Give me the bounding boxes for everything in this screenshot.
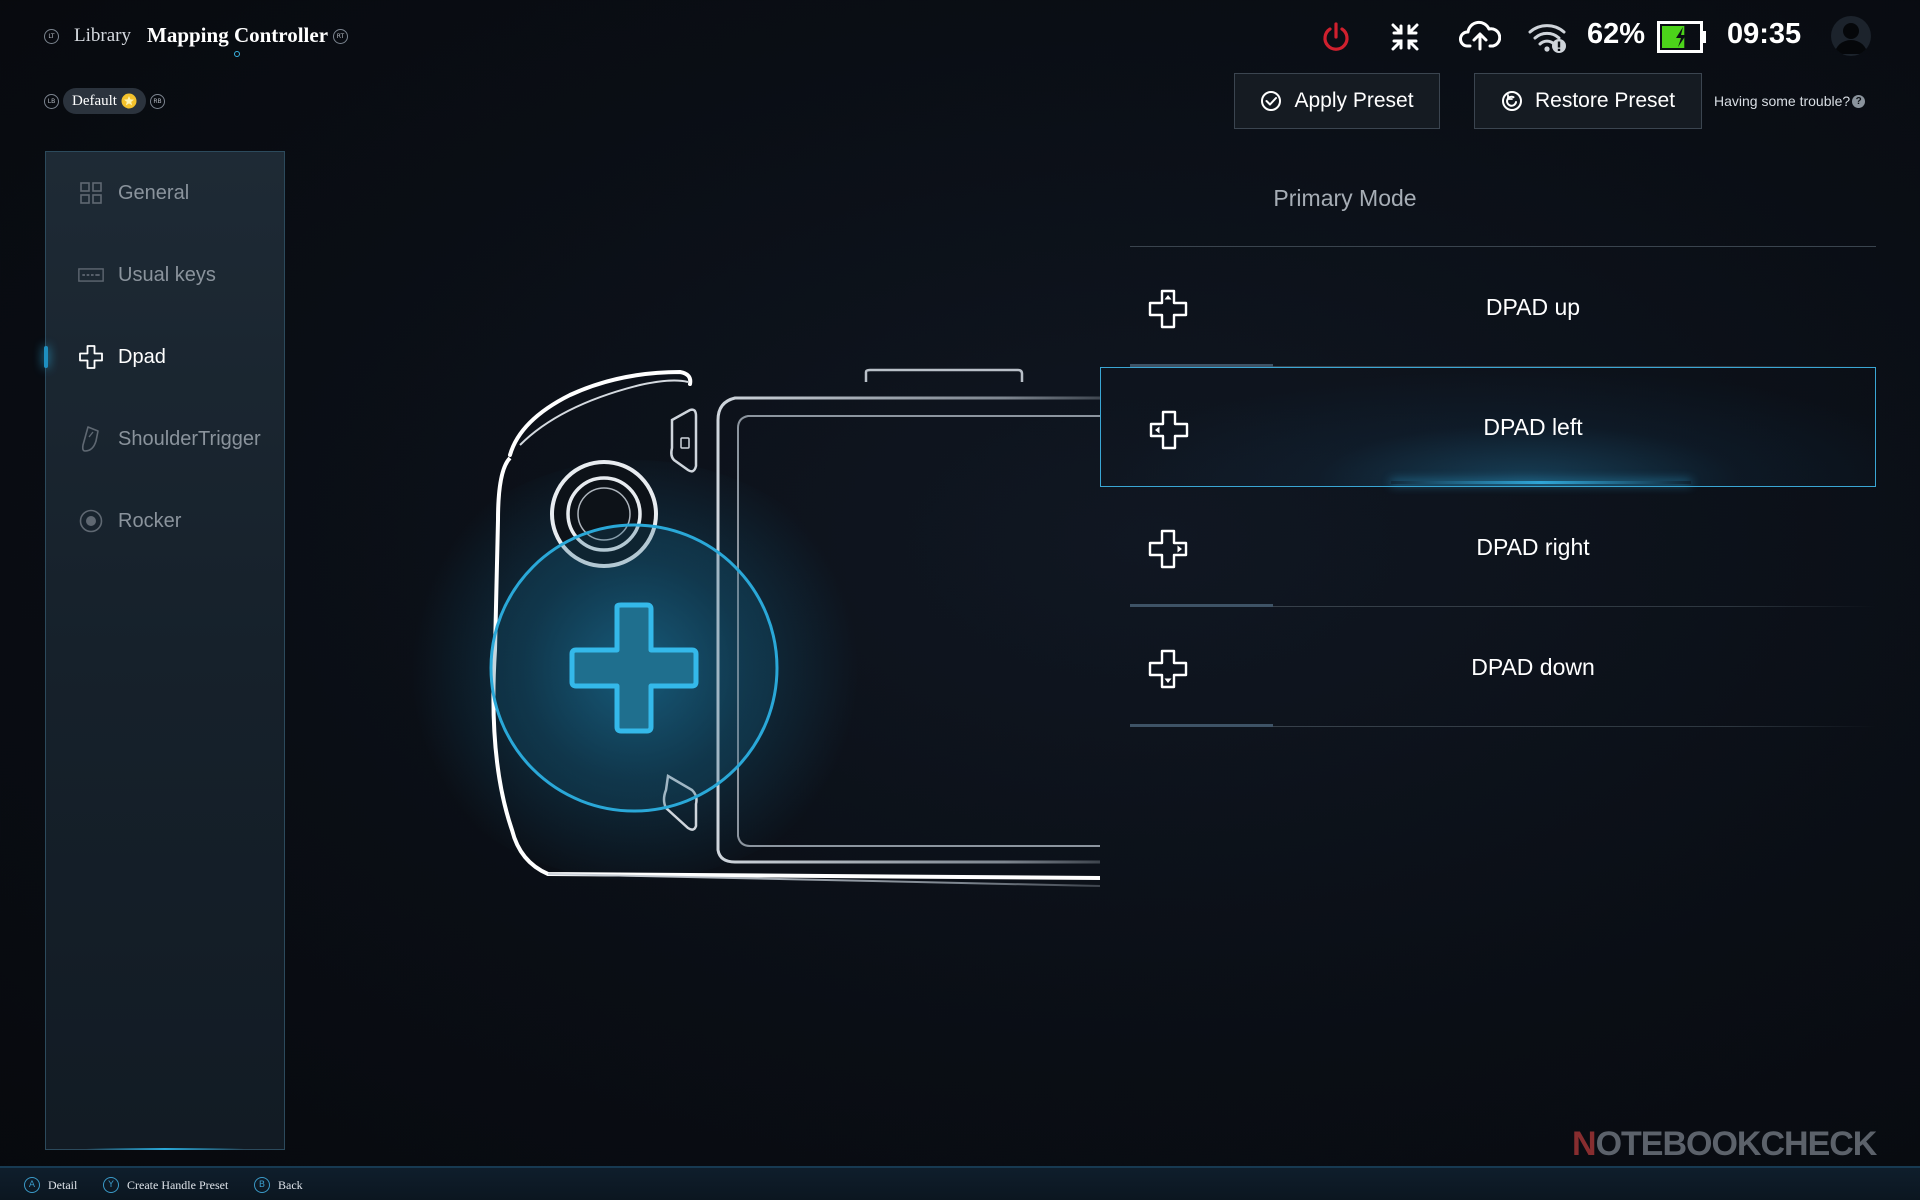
hint-detail[interactable]: A Detail <box>24 1177 77 1193</box>
preset-selector[interactable]: Default <box>63 88 146 114</box>
notebookcheck-watermark: NOTEBOOKCHECK <box>1572 1125 1877 1163</box>
mapping-row-label: DPAD right <box>1476 533 1590 560</box>
sidebar-item-dpad[interactable]: Dpad <box>44 332 284 382</box>
lt-button-hint: LT <box>44 29 59 44</box>
battery-percentage: 62% <box>1587 18 1646 50</box>
nav-tab-mapping-controller[interactable]: Mapping Controller <box>147 23 328 48</box>
active-item-indicator <box>44 346 48 368</box>
hint-label: Back <box>278 1177 303 1192</box>
restore-preset-button[interactable]: Restore Preset <box>1474 73 1702 129</box>
y-button-icon: Y <box>103 1177 119 1193</box>
sidebar: General Usual keys Dpad ShoulderTrigger <box>44 151 285 1150</box>
sidebar-item-general[interactable]: General <box>46 168 284 218</box>
minimize-icon[interactable] <box>1390 22 1420 52</box>
help-link[interactable]: Having some trouble? ? <box>1714 93 1866 109</box>
nav-tab-library[interactable]: Library <box>74 25 131 47</box>
star-icon <box>121 93 137 109</box>
check-circle-icon <box>1261 91 1282 111</box>
joystick-icon <box>79 509 103 533</box>
apply-preset-label: Apply Preset <box>1294 89 1414 112</box>
b-button-icon: B <box>254 1177 270 1193</box>
dpad-down-icon <box>1148 649 1188 689</box>
mode-title: Primary Mode <box>1130 185 1920 212</box>
sidebar-item-label: General <box>118 181 190 204</box>
sidebar-item-label: Dpad <box>118 345 166 368</box>
grid-icon <box>80 182 102 204</box>
battery-charging-icon <box>1657 21 1706 53</box>
mapping-row-dpad-down[interactable]: DPAD down <box>1130 607 1876 727</box>
mapping-row-label: DPAD down <box>1471 653 1595 680</box>
rt-button-hint: RT <box>333 29 348 44</box>
wifi-alert-icon <box>1528 24 1566 53</box>
dpad-up-icon <box>1148 289 1188 329</box>
mapping-row-label: DPAD up <box>1485 293 1581 320</box>
user-avatar[interactable] <box>1831 16 1871 56</box>
keyboard-icon <box>78 268 104 282</box>
mapping-row-dpad-up[interactable]: DPAD up <box>1130 247 1876 367</box>
selection-glow <box>1391 481 1691 484</box>
sidebar-item-usual-keys[interactable]: Usual keys <box>46 250 284 300</box>
hint-label: Detail <box>48 1177 78 1192</box>
sidebar-item-label: ShoulderTrigger <box>118 427 261 450</box>
user-icon <box>1835 23 1867 54</box>
cloud-upload-icon[interactable] <box>1459 18 1501 52</box>
sidebar-item-label: Usual keys <box>118 263 216 286</box>
trigger-icon <box>81 426 99 452</box>
controller-hint-bar: A Detail Y Create Handle Preset B Back <box>0 1166 1920 1200</box>
hint-label: Create Handle Preset <box>127 1177 229 1192</box>
active-tab-indicator <box>234 51 240 57</box>
a-button-icon: A <box>24 1177 40 1193</box>
restore-icon <box>1501 91 1522 111</box>
dpad-icon <box>79 345 103 369</box>
controller-illustration <box>489 368 1100 887</box>
hint-create-handle-preset[interactable]: Y Create Handle Preset <box>103 1177 228 1193</box>
sidebar-item-shoulder-trigger[interactable]: ShoulderTrigger <box>46 414 284 464</box>
apply-preset-button[interactable]: Apply Preset <box>1234 73 1440 129</box>
clock: 09:35 <box>1727 18 1802 50</box>
sidebar-item-rocker[interactable]: Rocker <box>46 496 284 546</box>
mapping-row-label: DPAD left <box>1483 413 1583 440</box>
sidebar-item-label: Rocker <box>118 509 182 532</box>
restore-preset-label: Restore Preset <box>1534 89 1676 112</box>
rb-button-hint: RB <box>150 94 165 109</box>
mode-title-text: Primary Mode <box>1273 185 1417 211</box>
hint-back[interactable]: B Back <box>254 1177 303 1193</box>
mapping-row-dpad-left[interactable]: DPAD left <box>1100 367 1876 487</box>
lb-button-hint: LB <box>44 94 59 109</box>
dpad-right-icon <box>1148 529 1188 569</box>
top-bar: LT Library Mapping Controller RT 62% 09:… <box>0 0 1920 76</box>
power-icon[interactable] <box>1319 20 1353 54</box>
help-icon: ? <box>1852 94 1866 108</box>
preset-name: Default <box>72 92 117 109</box>
dpad-left-icon <box>1149 410 1189 450</box>
help-link-text: Having some trouble? <box>1714 93 1851 109</box>
mapping-row-dpad-right[interactable]: DPAD right <box>1130 487 1876 607</box>
